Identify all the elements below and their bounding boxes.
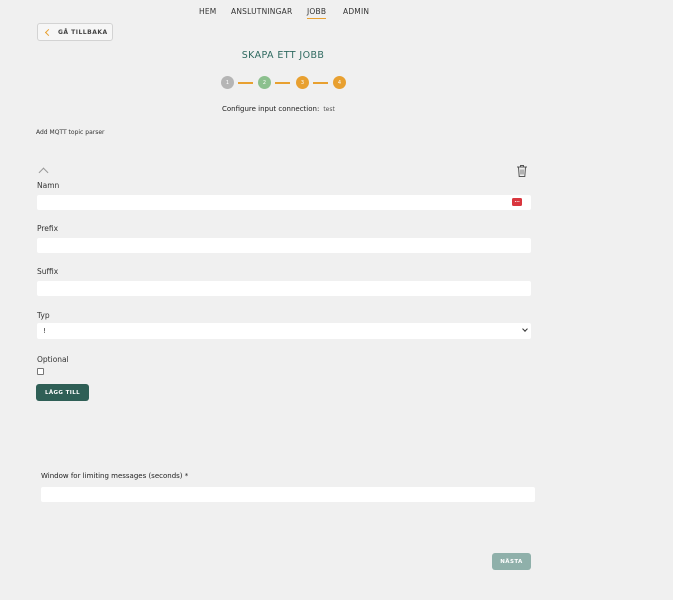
nav-item-jobb[interactable]: JOBB [307,7,327,19]
namn-label: Namn [37,181,60,190]
next-button[interactable]: NÄSTA [492,553,531,570]
nav-item-anslutningar[interactable]: ANSLUTNINGAR [231,7,292,18]
step-connector [313,82,328,84]
window-label: Window for limiting messages (seconds) * [41,472,189,480]
prefix-label: Prefix [37,224,59,233]
step-3[interactable]: 3 [296,76,309,89]
typ-selected-value: ! [43,327,46,335]
suffix-label: Suffix [37,267,59,276]
typ-label: Typ [37,311,50,320]
step-4[interactable]: 4 [333,76,346,89]
top-nav: HEM ANSLUTNINGAR JOBB ADMIN [0,7,673,21]
chevron-down-icon [522,326,528,332]
configure-input-connection: Configure input connection: test [222,105,335,113]
optional-checkbox[interactable] [37,368,44,375]
nav-item-admin[interactable]: ADMIN [343,7,369,18]
back-button-label: GÅ TILLBAKA [58,28,108,36]
namn-input[interactable] [37,195,531,210]
step-1[interactable]: 1 [221,76,234,89]
configure-value: test [323,106,335,113]
chevron-up-icon[interactable] [38,167,49,178]
optional-label: Optional [37,355,69,364]
step-connector [238,82,253,84]
prefix-input[interactable] [37,238,531,253]
stepper: 1 2 3 4 [221,76,348,90]
nav-item-hem[interactable]: HEM [199,7,216,18]
add-button[interactable]: LÄGG TILL [36,384,89,401]
step-2[interactable]: 2 [258,76,271,89]
password-manager-icon[interactable]: ••• [512,198,522,206]
typ-select[interactable]: ! [37,323,531,339]
configure-label: Configure input connection: [222,105,320,113]
suffix-input[interactable] [37,281,531,296]
window-input[interactable] [41,487,535,502]
trash-icon[interactable] [516,164,528,178]
parser-title: Add MQTT topic parser [36,129,105,136]
back-button[interactable]: GÅ TILLBAKA [37,23,113,41]
step-connector [275,82,290,84]
chevron-left-icon [44,28,53,37]
page-title: SKAPA ETT JOBB [241,50,325,61]
